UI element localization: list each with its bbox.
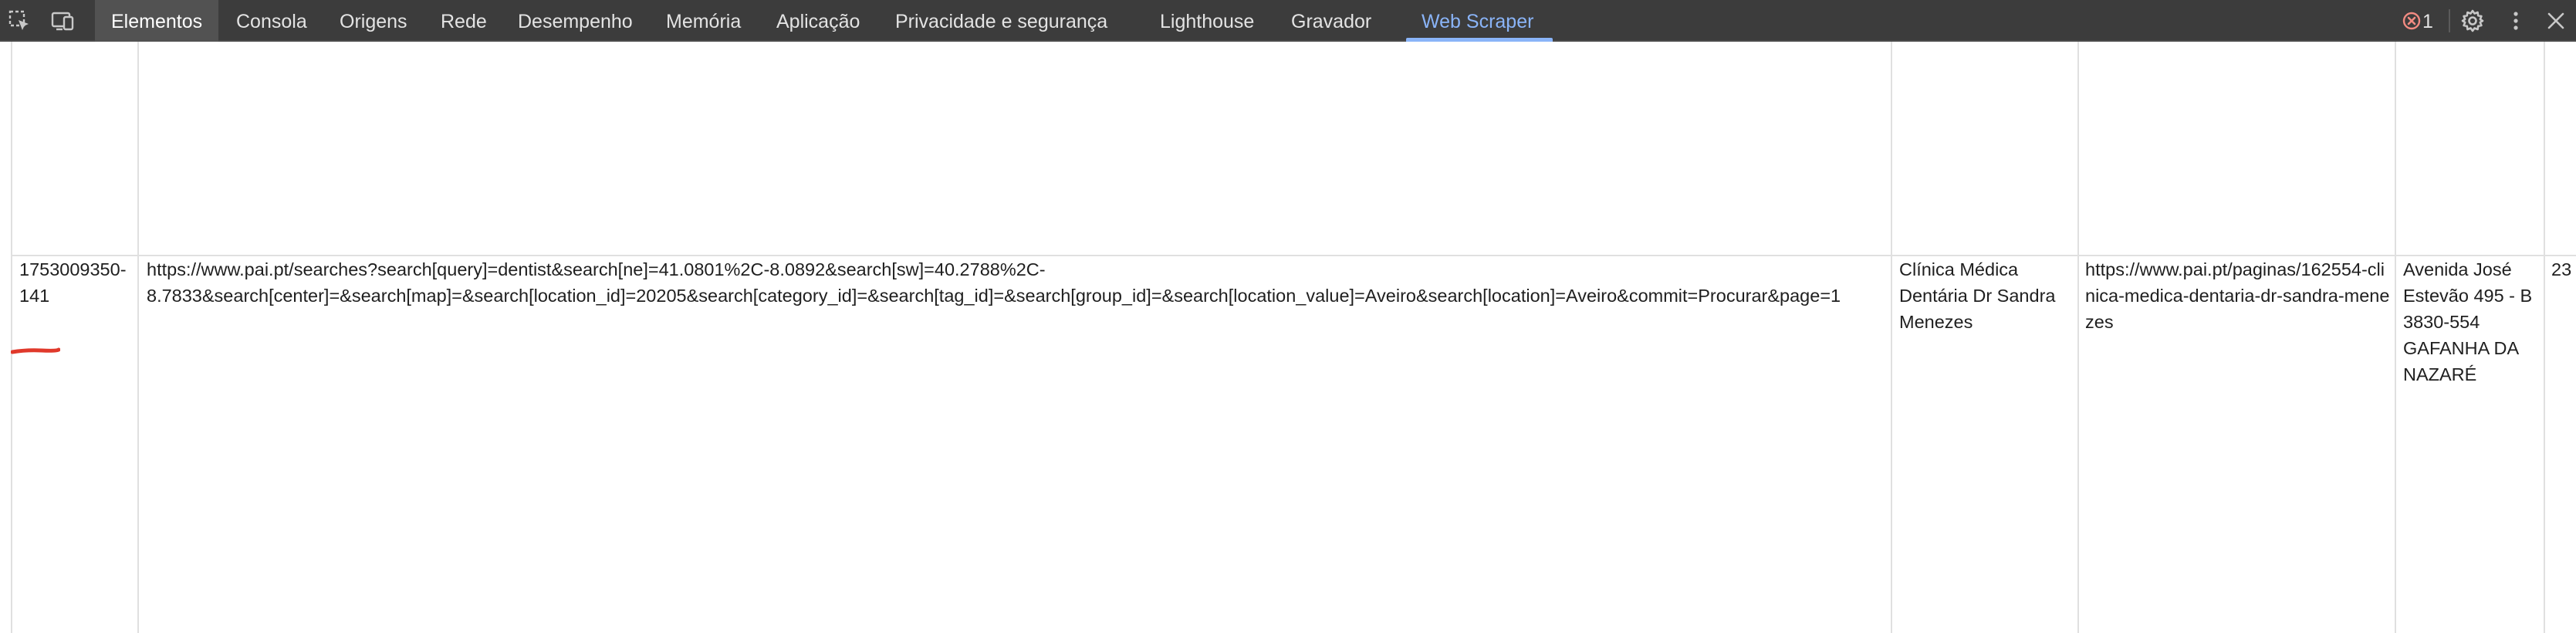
- tab-web-scraper[interactable]: Web Scraper: [1422, 0, 1533, 42]
- devtools-toolbar: Elementos Consola Origens Rede Desempenh…: [0, 0, 2576, 42]
- cell-link: https://www.pai.pt/paginas/162554-clinic…: [2085, 259, 2390, 332]
- column-divider: [137, 42, 139, 633]
- column-divider: [1891, 42, 1892, 633]
- tab-consola[interactable]: Consola: [236, 0, 307, 42]
- tab-aplicacao[interactable]: Aplicação: [776, 0, 860, 42]
- url-line-2: 8.7833&search[center]=&search[map]=&sear…: [147, 286, 1841, 306]
- column-divider: [2077, 42, 2079, 633]
- tab-elementos[interactable]: Elementos: [95, 0, 219, 42]
- close-icon[interactable]: [2543, 8, 2569, 34]
- url-line-1: https://www.pai.pt/searches?search[query…: [147, 259, 1046, 279]
- red-underline-annotation: [11, 347, 60, 354]
- device-toolbar-icon[interactable]: [49, 8, 76, 34]
- tab-privacidade-e-seguranca[interactable]: Privacidade e segurança: [895, 0, 1107, 42]
- tab-gravador[interactable]: Gravador: [1291, 0, 1371, 42]
- error-icon[interactable]: [2402, 12, 2421, 30]
- cell-id: 1753009350-141: [19, 259, 127, 306]
- scraped-data-table: 1753009350-141 https://www.pai.pt/search…: [0, 42, 2576, 633]
- column-divider: [2544, 42, 2545, 633]
- toolbar-divider: [2449, 9, 2450, 32]
- tab-memoria[interactable]: Memória: [666, 0, 741, 42]
- column-divider: [11, 42, 12, 633]
- settings-gear-icon[interactable]: [2459, 8, 2486, 34]
- tab-origens[interactable]: Origens: [340, 0, 407, 42]
- tab-rede[interactable]: Rede: [441, 0, 487, 42]
- cell-address: Avenida José Estevão 495 - B 3830-554 GA…: [2403, 259, 2533, 384]
- tab-lighthouse[interactable]: Lighthouse: [1160, 0, 1254, 42]
- tab-desempenho[interactable]: Desempenho: [518, 0, 633, 42]
- cell-name: Clínica Médica Dentária Dr Sandra Meneze…: [1899, 259, 2056, 332]
- cell-start-url: https://www.pai.pt/searches?search[query…: [147, 256, 1889, 309]
- column-divider: [2395, 42, 2396, 633]
- cell-phone: 23: [2551, 259, 2572, 279]
- inspect-element-icon[interactable]: [6, 8, 32, 34]
- error-count[interactable]: 1: [2422, 0, 2433, 42]
- more-options-icon[interactable]: [2503, 8, 2529, 34]
